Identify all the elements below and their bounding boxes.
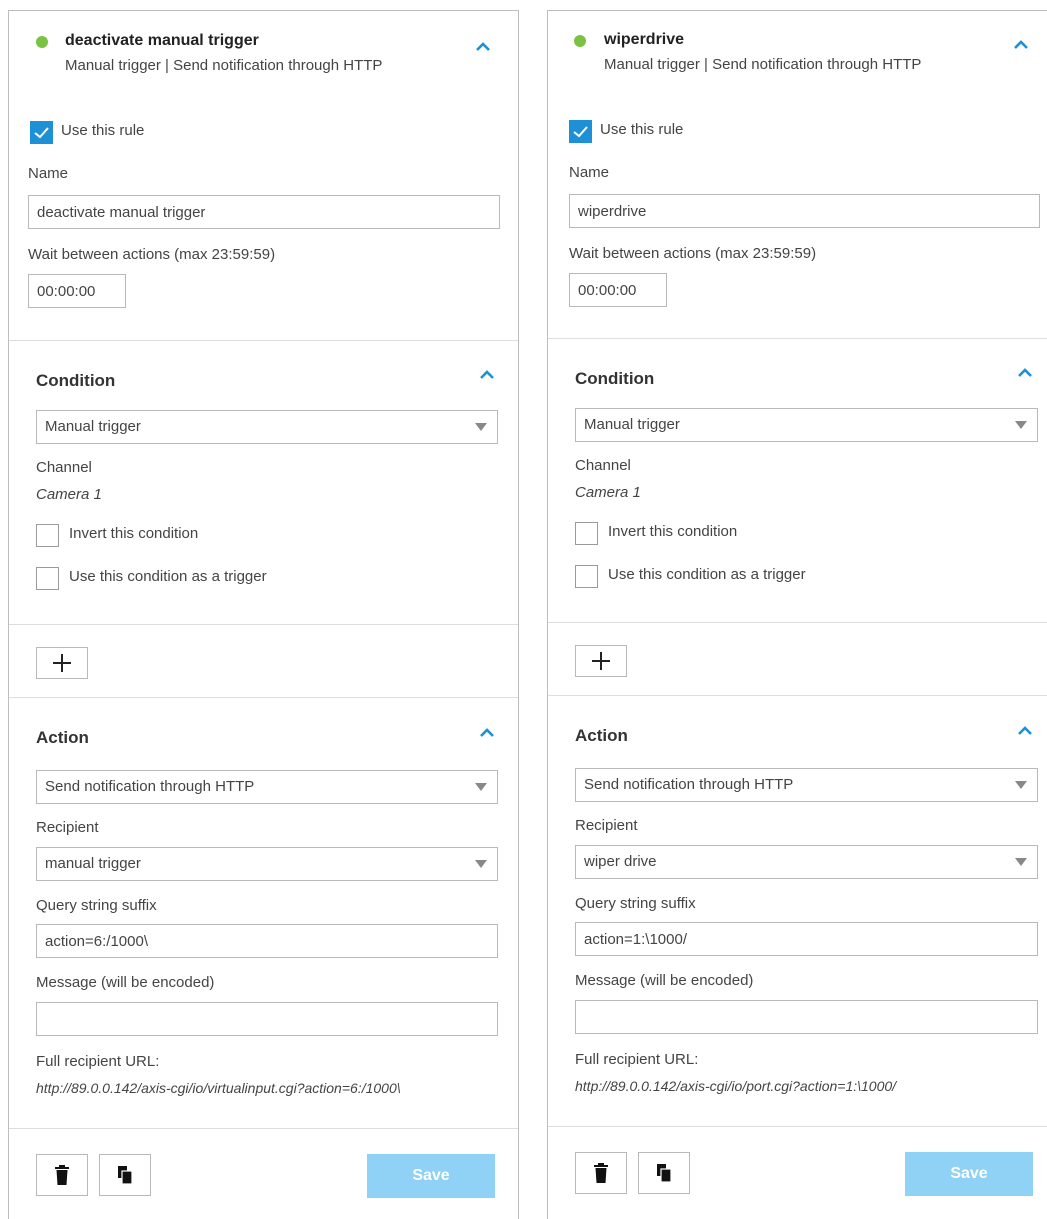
channel-label: Channel (36, 459, 92, 476)
divider (548, 1126, 1047, 1127)
recipient-select-value: wiper drive (584, 853, 657, 870)
name-input[interactable] (28, 195, 500, 229)
rule-subtitle: Manual trigger | Send notification throu… (65, 57, 383, 74)
condition-select-value: Manual trigger (45, 418, 141, 435)
condition-as-trigger-checkbox[interactable] (575, 565, 598, 588)
save-button[interactable]: Save (367, 1154, 495, 1198)
full-url-value: http://89.0.0.142/axis-cgi/io/port.cgi?a… (575, 1078, 897, 1094)
invert-condition-checkbox[interactable] (36, 524, 59, 547)
action-select-value: Send notification through HTTP (584, 776, 794, 793)
delete-rule-button[interactable] (575, 1152, 627, 1194)
condition-select-value: Manual trigger (584, 416, 680, 433)
divider (548, 622, 1047, 623)
use-rule-label: Use this rule (61, 122, 145, 139)
rule-panel-wiperdrive: wiperdrive Manual trigger | Send notific… (547, 10, 1047, 1219)
name-input[interactable] (569, 194, 1040, 228)
action-title: Action (36, 728, 89, 747)
use-rule-label: Use this rule (600, 121, 684, 138)
add-condition-button[interactable] (36, 647, 88, 679)
channel-label: Channel (575, 457, 631, 474)
message-input[interactable] (575, 1000, 1038, 1034)
invert-condition-label: Invert this condition (69, 525, 199, 542)
action-select[interactable]: Send notification through HTTP (575, 768, 1038, 802)
divider (548, 338, 1047, 339)
status-dot-icon (36, 36, 48, 48)
status-dot-icon (574, 35, 586, 47)
action-select[interactable]: Send notification through HTTP (36, 770, 498, 804)
divider (548, 695, 1047, 696)
channel-value: Camera 1 (36, 486, 102, 503)
dropdown-caret-icon (475, 860, 487, 868)
query-suffix-label: Query string suffix (575, 895, 696, 912)
rule-subtitle: Manual trigger | Send notification throu… (604, 56, 922, 73)
invert-condition-checkbox[interactable] (575, 522, 598, 545)
copy-rule-button[interactable] (638, 1152, 690, 1194)
condition-title: Condition (36, 371, 116, 390)
trash-icon (55, 1165, 69, 1185)
message-label: Message (will be encoded) (36, 974, 215, 991)
action-select-value: Send notification through HTTP (45, 778, 255, 795)
query-suffix-input[interactable] (36, 924, 498, 958)
channel-value: Camera 1 (575, 484, 641, 501)
trash-icon (594, 1163, 608, 1183)
action-title: Action (575, 726, 628, 745)
collapse-condition-chevron-up-icon[interactable] (477, 367, 497, 381)
name-label: Name (28, 165, 69, 182)
use-rule-checkbox[interactable] (30, 121, 53, 144)
divider (9, 624, 518, 625)
divider (9, 1128, 518, 1129)
rule-title: deactivate manual trigger (65, 32, 259, 49)
condition-title: Condition (575, 369, 655, 388)
wait-input[interactable] (569, 273, 667, 307)
message-input[interactable] (36, 1002, 498, 1036)
recipient-select[interactable]: wiper drive (575, 845, 1038, 879)
dropdown-caret-icon (1015, 421, 1027, 429)
collapse-action-chevron-up-icon[interactable] (477, 725, 497, 739)
condition-as-trigger-label: Use this condition as a trigger (69, 568, 267, 585)
recipient-label: Recipient (36, 819, 99, 836)
dropdown-caret-icon (475, 783, 487, 791)
divider (9, 697, 518, 698)
query-suffix-input[interactable] (575, 922, 1038, 956)
add-condition-button[interactable] (575, 645, 627, 677)
message-label: Message (will be encoded) (575, 972, 754, 989)
wait-label: Wait between actions (max 23:59:59) (569, 245, 817, 262)
wait-label: Wait between actions (max 23:59:59) (28, 246, 276, 263)
condition-as-trigger-label: Use this condition as a trigger (608, 566, 806, 583)
recipient-select[interactable]: manual trigger (36, 847, 498, 881)
plus-icon (53, 654, 71, 672)
plus-icon (592, 652, 610, 670)
dropdown-caret-icon (475, 423, 487, 431)
recipient-select-value: manual trigger (45, 855, 141, 872)
save-button[interactable]: Save (905, 1152, 1033, 1196)
name-label: Name (569, 164, 610, 181)
dropdown-caret-icon (1015, 858, 1027, 866)
rule-panel-deactivate-manual-trigger: deactivate manual trigger Manual trigger… (8, 10, 519, 1219)
condition-select[interactable]: Manual trigger (36, 410, 498, 444)
full-url-value: http://89.0.0.142/axis-cgi/io/virtualinp… (36, 1080, 401, 1096)
condition-as-trigger-checkbox[interactable] (36, 567, 59, 590)
full-url-label: Full recipient URL: (36, 1053, 160, 1070)
recipient-label: Recipient (575, 817, 638, 834)
copy-icon (657, 1164, 672, 1182)
condition-select[interactable]: Manual trigger (575, 408, 1038, 442)
collapse-condition-chevron-up-icon[interactable] (1015, 365, 1035, 379)
delete-rule-button[interactable] (36, 1154, 88, 1196)
use-rule-checkbox[interactable] (569, 120, 592, 143)
invert-condition-label: Invert this condition (608, 523, 738, 540)
dropdown-caret-icon (1015, 781, 1027, 789)
rule-title: wiperdrive (604, 31, 685, 48)
collapse-action-chevron-up-icon[interactable] (1015, 723, 1035, 737)
wait-input[interactable] (28, 274, 126, 308)
copy-icon (118, 1166, 133, 1184)
query-suffix-label: Query string suffix (36, 897, 157, 914)
collapse-rule-chevron-up-icon[interactable] (1011, 37, 1031, 51)
copy-rule-button[interactable] (99, 1154, 151, 1196)
collapse-rule-chevron-up-icon[interactable] (473, 39, 493, 53)
full-url-label: Full recipient URL: (575, 1051, 699, 1068)
divider (9, 340, 518, 341)
